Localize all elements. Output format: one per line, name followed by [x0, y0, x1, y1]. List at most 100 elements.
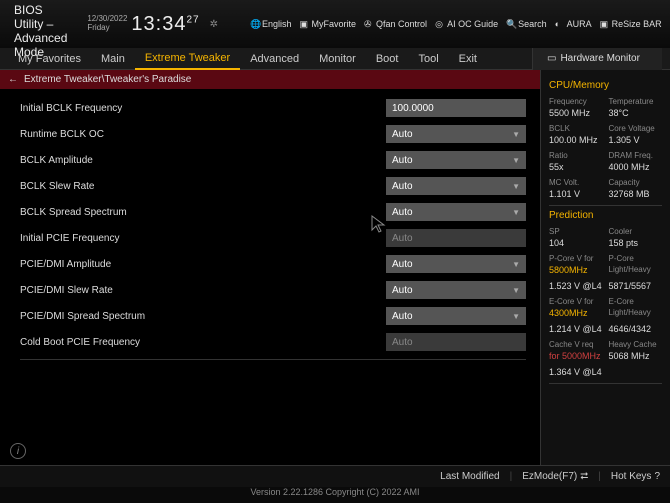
hwmon-row: RatioDRAM Freq.55x4000 MHz: [549, 151, 662, 172]
separator: [549, 205, 662, 206]
hwmon-row: MC Volt.Capacity1.101 V32768 MB: [549, 178, 662, 199]
setting-row: PCIE/DMI Spread Spectrum Auto ▼: [0, 303, 538, 329]
toolbar-english[interactable]: 🌐English: [250, 19, 292, 29]
chevron-down-icon: ▼: [512, 156, 520, 165]
separator: [549, 383, 662, 384]
tab-advanced[interactable]: Advanced: [240, 48, 309, 70]
hwmon-row: 1.214 V @L4 4646/4342: [549, 324, 662, 334]
setting-select[interactable]: Auto ▼: [386, 151, 526, 169]
gear-icon[interactable]: ✲: [210, 19, 218, 30]
hwmon-value: 55x: [549, 162, 603, 172]
select-value: Auto: [392, 311, 413, 322]
tab-boot[interactable]: Boot: [366, 48, 409, 70]
setting-select[interactable]: Auto▼: [386, 255, 526, 273]
main-panel: ← Extreme Tweaker\Tweaker's Paradise Ini…: [0, 70, 540, 465]
hotkeys-button[interactable]: Hot Keys ?: [611, 471, 660, 482]
toolbar-qfan-control[interactable]: ✇Qfan Control: [364, 19, 427, 29]
toolbar-ai-oc-guide[interactable]: ◎AI OC Guide: [435, 19, 498, 29]
clock: 13:3427: [131, 13, 199, 36]
setting-row: BCLK Slew RateAuto▼: [0, 173, 538, 199]
setting-label: BCLK Amplitude: [20, 155, 386, 166]
select-value: Auto: [392, 285, 413, 296]
setting-row: Runtime BCLK OC Auto ▼: [0, 121, 538, 147]
breadcrumb[interactable]: ← Extreme Tweaker\Tweaker's Paradise: [0, 70, 540, 89]
setting-label: Initial PCIE Frequency: [20, 233, 386, 244]
hwmon-row: 1.523 V @L45871/5567: [549, 281, 662, 291]
setting-label: Initial BCLK Frequency: [20, 103, 386, 114]
chevron-down-icon: ▼: [512, 130, 520, 139]
tab-bar: My FavoritesMainExtreme TweakerAdvancedM…: [0, 48, 670, 70]
setting-row: PCIE/DMI Slew RateAuto▼: [0, 277, 538, 303]
hwmon-label: SP: [549, 227, 603, 236]
select-value: Auto: [392, 129, 413, 140]
setting-select[interactable]: Auto▼: [386, 177, 526, 195]
select-value: Auto: [392, 207, 413, 218]
hwmon-row: E-Core V forE-Core4300MHzLight/Heavy: [549, 297, 662, 318]
info-icon[interactable]: i: [10, 443, 26, 459]
select-value: Auto: [392, 233, 413, 244]
hwmon-section-title: CPU/Memory: [549, 80, 662, 91]
hwmon-label: Frequency: [549, 97, 603, 106]
tab-exit[interactable]: Exit: [449, 48, 487, 70]
hwmon-row: FrequencyTemperature5500 MHz38°C: [549, 97, 662, 118]
hwmon-value: 1.214 V @L4: [549, 324, 603, 334]
toolbar-search[interactable]: 🔍Search: [506, 19, 547, 29]
toolbar-label: Search: [518, 19, 547, 29]
header-bar: UEFI BIOS Utility – Advanced Mode 12/30/…: [0, 0, 670, 48]
hwmon-section-title: Prediction: [549, 210, 662, 221]
toolbar-resize-bar[interactable]: ▣ReSize BAR: [600, 19, 662, 29]
setting-select[interactable]: Auto ▼: [386, 281, 526, 299]
setting-label: Runtime BCLK OC: [20, 129, 386, 140]
hwmon-value: 100.00 MHz: [549, 135, 603, 145]
select-value: Auto: [392, 155, 413, 166]
tab-main[interactable]: Main: [91, 48, 135, 70]
setting-row: PCIE/DMI AmplitudeAuto▼: [0, 251, 538, 277]
hwmon-value: 104: [549, 238, 603, 248]
hwmon-value: Light/Heavy: [609, 265, 663, 275]
hwmon-value: 38°C: [609, 108, 663, 118]
hwmon-header: ▭ Hardware Monitor: [532, 48, 662, 70]
fan-icon: ✇: [364, 19, 374, 29]
hwmon-row: 1.364 V @L4: [549, 367, 662, 377]
hwmon-value: 4646/4342: [609, 324, 663, 334]
hardware-monitor-panel: CPU/Memory FrequencyTemperature5500 MHz38…: [540, 70, 670, 465]
chevron-down-icon: ▼: [512, 312, 520, 321]
toolbar-myfavorite[interactable]: ▣MyFavorite: [300, 19, 357, 29]
hwmon-value: 1.364 V @L4: [549, 367, 603, 377]
hwmon-value: Light/Heavy: [609, 308, 663, 318]
hwmon-label: DRAM Freq.: [609, 151, 663, 160]
chevron-down-icon: ▼: [512, 182, 520, 191]
seconds-text: 27: [186, 14, 199, 25]
setting-select[interactable]: Auto▼: [386, 203, 526, 221]
hwmon-label: Hardware Monitor: [560, 53, 639, 64]
last-modified-button[interactable]: Last Modified: [440, 471, 499, 482]
back-arrow-icon[interactable]: ←: [8, 74, 18, 85]
setting-label: Cold Boot PCIE Frequency: [20, 337, 386, 348]
select-value: Auto: [392, 259, 413, 270]
hwmon-label: Heavy Cache: [609, 340, 663, 349]
chevron-down-icon: ▼: [512, 286, 520, 295]
hwmon-value: 4000 MHz: [609, 162, 663, 172]
tab-my-favorites[interactable]: My Favorites: [8, 48, 91, 70]
hwmon-value: 5068 MHz: [609, 351, 663, 361]
search-icon: 🔍: [506, 19, 516, 29]
hwmon-label: Core Voltage: [609, 124, 663, 133]
toolbar-aura[interactable]: ◐AURA: [555, 19, 592, 29]
setting-input[interactable]: [386, 99, 526, 117]
day-text: Friday: [87, 24, 127, 33]
setting-row: BCLK Amplitude Auto ▼: [0, 147, 538, 173]
hwmon-value: 32768 MB: [609, 189, 663, 199]
tab-monitor[interactable]: Monitor: [309, 48, 366, 70]
hwmon-row: BCLKCore Voltage100.00 MHz1.305 V: [549, 124, 662, 145]
setting-select[interactable]: Auto ▼: [386, 307, 526, 325]
ezmode-button[interactable]: EzMode(F7)⮂: [522, 471, 588, 482]
toolbar-label: MyFavorite: [312, 19, 357, 29]
tab-extreme-tweaker[interactable]: Extreme Tweaker: [135, 48, 240, 70]
setting-select[interactable]: Auto ▼: [386, 125, 526, 143]
toolbar-label: ReSize BAR: [612, 19, 662, 29]
tab-tool[interactable]: Tool: [408, 48, 448, 70]
hwmon-label: Capacity: [609, 178, 663, 187]
setting-label: PCIE/DMI Spread Spectrum: [20, 311, 386, 322]
hwmon-value: 1.523 V @L4: [549, 281, 603, 291]
hwmon-value: 158 pts: [609, 238, 663, 248]
